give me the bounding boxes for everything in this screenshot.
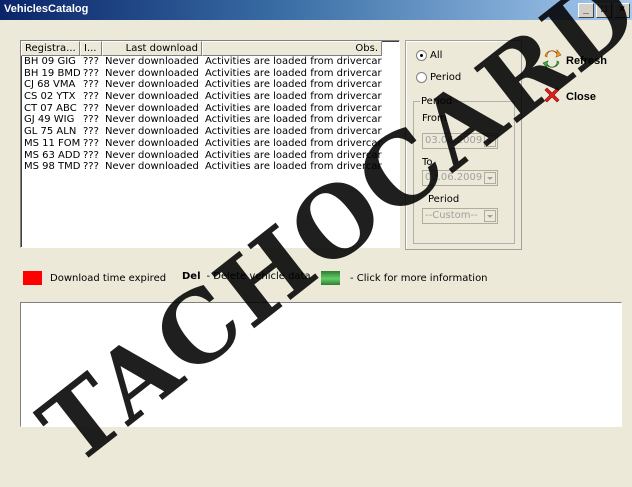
cell-i: ??? [83, 67, 99, 79]
cell-obs: Activities are loaded from drivercards [205, 137, 382, 149]
cell-i: ??? [83, 114, 99, 126]
cell-registration: CJ 68 VMA [24, 79, 76, 91]
cell-last-download: Never downloaded [105, 91, 199, 103]
table-row[interactable]: MS 63 ADD??? Never downloaded Activities a… [21, 150, 399, 162]
table-row[interactable]: CS 02 YTX??? Never downloaded Activities a… [21, 91, 399, 103]
cell-last-download: Never downloaded [105, 126, 199, 138]
refresh-button[interactable]: Refresh [542, 49, 607, 72]
table-row[interactable]: CJ 68 VMA??? Never downloaded Activities a… [21, 79, 399, 91]
from-label: From [422, 113, 447, 124]
period-select-label: Period [428, 194, 460, 205]
cell-i: ??? [83, 56, 99, 67]
cell-last-download: Never downloaded [105, 137, 199, 149]
cell-registration: CT 07 ABC [24, 102, 77, 114]
radio-period[interactable]: Period [416, 72, 461, 83]
cell-i: ??? [83, 102, 99, 114]
from-date-picker[interactable]: 03.06.2009 [422, 133, 498, 149]
cell-i: ??? [83, 79, 99, 91]
cell-registration: GJ 49 WIG [24, 114, 75, 126]
cell-registration: MS 11 FOM [24, 137, 80, 149]
cell-obs: Activities are loaded from drivercards [205, 161, 382, 173]
expired-label: Download time expired [50, 272, 167, 284]
cell-i: ??? [83, 126, 99, 138]
details-panel[interactable] [20, 302, 622, 427]
period-select[interactable]: --Custom-- [422, 208, 498, 224]
cell-last-download: Never downloaded [105, 161, 199, 173]
cell-registration: BH 09 GIG [24, 56, 76, 67]
close-label: Close [566, 90, 596, 103]
column-header-obs[interactable]: Obs. [202, 41, 382, 56]
cell-obs: Activities are loaded from drivercards [205, 91, 382, 103]
cell-last-download: Never downloaded [105, 79, 199, 91]
list-header: Registra... I... Last download Obs. [21, 41, 399, 56]
cell-i: ??? [83, 161, 99, 173]
cell-obs: Activities are loaded from drivercards [205, 114, 382, 126]
table-row[interactable]: GJ 49 WIG??? Never downloaded Activities a… [21, 114, 399, 126]
to-label: To [422, 157, 433, 168]
to-date-value: 03.06.2009 [425, 172, 483, 183]
cell-registration: CS 02 YTX [24, 91, 76, 103]
minimize-button[interactable]: _ [578, 3, 594, 18]
chevron-down-icon[interactable] [484, 135, 496, 147]
cell-last-download: Never downloaded [105, 56, 199, 67]
period-group-label: Period [420, 96, 454, 107]
to-date-picker[interactable]: 03.06.2009 [422, 170, 498, 186]
cell-i: ??? [83, 91, 99, 103]
from-date-value: 03.06.2009 [425, 135, 483, 146]
cell-last-download: Never downloaded [105, 67, 199, 79]
period-select-value: --Custom-- [425, 210, 478, 221]
cell-obs: Activities are loaded from drivercards [205, 56, 382, 67]
table-row[interactable]: CT 07 ABC??? Never downloaded Activities a… [21, 103, 399, 115]
cell-obs: Activities are loaded from drivercards [205, 126, 382, 138]
close-button[interactable]: Close [542, 85, 596, 108]
cell-obs: Activities are loaded from drivercards [205, 67, 382, 79]
table-row[interactable]: GL 75 ALN??? Never downloaded Activities a… [21, 126, 399, 138]
legend-info: - Click for more information [321, 271, 488, 285]
cell-registration: BH 19 BMD [24, 67, 80, 79]
title-bar: VehiclesCatalog _ □ × [0, 0, 632, 20]
refresh-label: Refresh [566, 54, 607, 67]
radio-all-indicator[interactable] [416, 50, 427, 61]
column-header-i[interactable]: I... [80, 41, 102, 56]
legend-delete: Del - Delete vehicle data [182, 271, 311, 282]
cell-registration: GL 75 ALN [24, 126, 77, 138]
maximize-button[interactable]: □ [596, 3, 612, 18]
cell-last-download: Never downloaded [105, 114, 199, 126]
refresh-icon [542, 49, 562, 72]
del-key-label: Del [182, 271, 201, 282]
radio-period-label: Period [430, 72, 462, 83]
column-header-registration[interactable]: Registra... [21, 41, 80, 56]
cell-obs: Activities are loaded from drivercards [205, 149, 382, 161]
close-window-button[interactable]: × [614, 3, 630, 18]
cell-last-download: Never downloaded [105, 102, 199, 114]
info-swatch [321, 271, 340, 285]
cell-obs: Activities are loaded from drivercards [205, 79, 382, 91]
column-header-last-download[interactable]: Last download [102, 41, 202, 56]
table-row[interactable]: BH 19 BMD??? Never downloaded Activities a… [21, 68, 399, 80]
radio-period-indicator[interactable] [416, 72, 427, 83]
cell-registration: MS 98 TMD [24, 161, 80, 173]
cell-registration: MS 63 ADD [24, 149, 80, 161]
legend-expired: Download time expired [23, 271, 166, 285]
period-group: Period From 03.06.2009 To 03.06.2009 Per… [413, 96, 515, 244]
table-row[interactable]: MS 11 FOM??? Never downloaded Activities a… [21, 138, 399, 150]
del-text: - Delete vehicle data [206, 271, 311, 282]
window-title: VehiclesCatalog [4, 3, 89, 15]
close-icon [542, 85, 562, 108]
info-text: - Click for more information [350, 272, 488, 284]
table-row[interactable]: BH 09 GIG??? Never downloaded Activities a… [21, 56, 399, 68]
cell-i: ??? [83, 149, 99, 161]
vehicles-list[interactable]: Registra... I... Last download Obs. BH 0… [20, 40, 400, 248]
chevron-down-icon[interactable] [484, 210, 496, 222]
radio-all[interactable]: All [416, 50, 442, 61]
expired-swatch [23, 271, 42, 285]
cell-i: ??? [83, 137, 99, 149]
table-row[interactable]: MS 98 TMD??? Never downloaded Activities a… [21, 161, 399, 173]
cell-obs: Activities are loaded from drivercards [205, 102, 382, 114]
cell-last-download: Never downloaded [105, 149, 199, 161]
radio-all-label: All [430, 50, 443, 61]
chevron-down-icon[interactable] [484, 172, 496, 184]
